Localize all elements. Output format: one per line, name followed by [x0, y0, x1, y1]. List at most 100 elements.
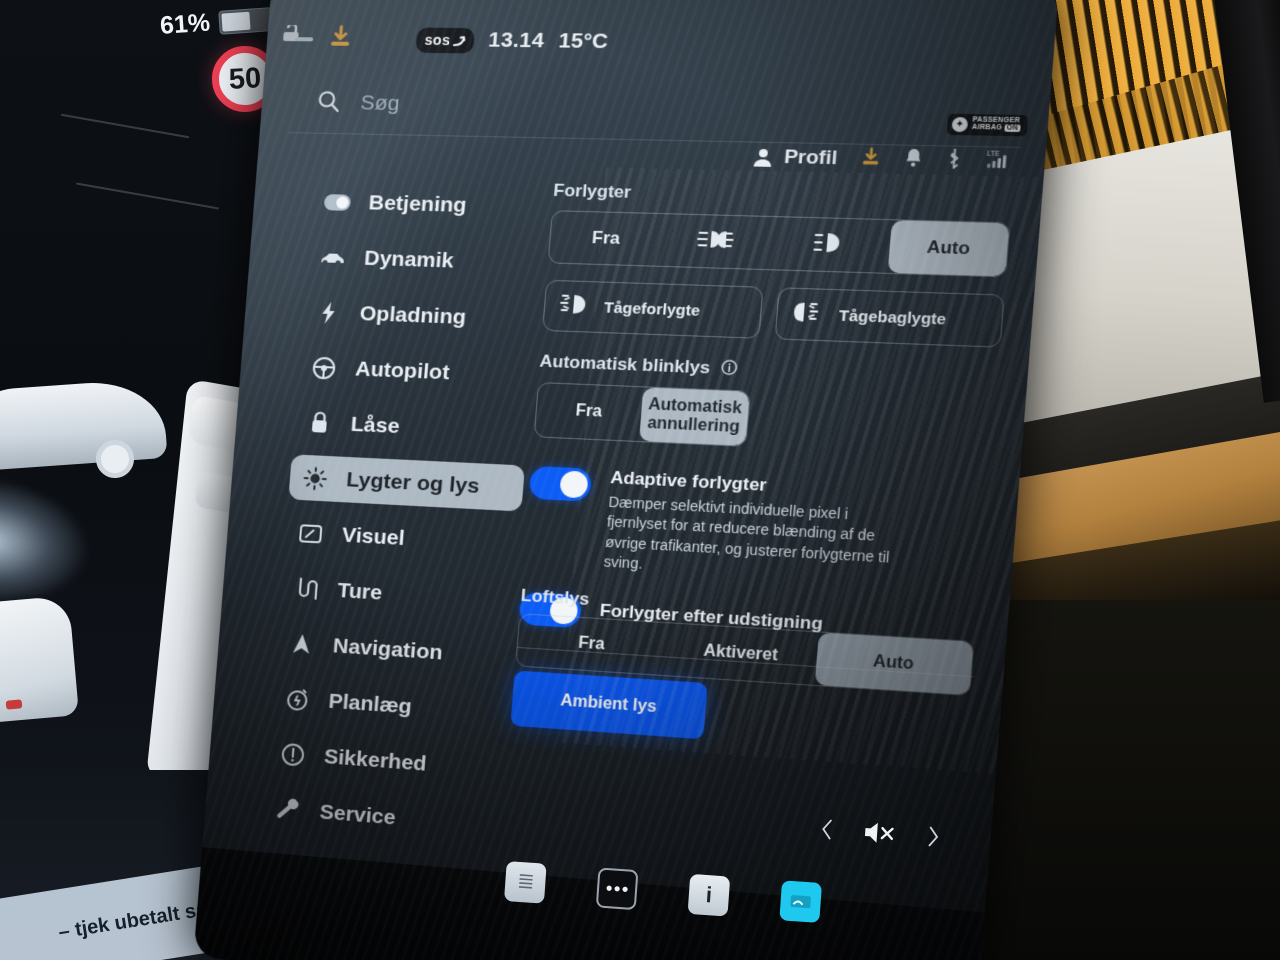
front-fog-light-button[interactable]: Tågeforlygte [542, 280, 763, 339]
sidebar-item-service[interactable]: Service [262, 785, 498, 849]
dome-light-option-on[interactable]: Aktiveret [663, 623, 818, 685]
profile-button[interactable]: Profil [752, 145, 838, 170]
volume-mute-icon[interactable] [861, 819, 899, 852]
outside-temperature-label[interactable]: 15°C [558, 29, 609, 54]
fog-lights-row: Tågeforlygte Tågebaglygte [542, 280, 1005, 348]
headlights-option-auto[interactable]: Auto [888, 220, 1010, 276]
profile-label: Profil [783, 146, 838, 170]
adaptive-headlights-toggle[interactable] [529, 466, 593, 502]
bell-icon[interactable] [904, 147, 924, 173]
download-arrow-icon[interactable] [328, 24, 353, 53]
rear-fog-light-label: Tågebaglygte [838, 307, 947, 329]
sidebar-item-sikkerhed[interactable]: Sikkerhed [266, 730, 502, 793]
sidebar-label: Planlæg [328, 689, 413, 719]
headlights-option-auto-label: Auto [926, 237, 971, 259]
download-icon[interactable] [860, 146, 881, 172]
rear-fog-light-icon [792, 300, 823, 328]
passenger-airbag-indicator: ✦ PASSENGER AIRBAG ON [947, 114, 1029, 137]
dome-light-auto-label: Auto [872, 653, 914, 675]
sidebar-item-betjening[interactable]: Betjening [310, 179, 547, 231]
sos-arrow-icon [452, 32, 467, 47]
car-icon [319, 248, 347, 267]
charge-port-icon[interactable] [280, 25, 316, 51]
lock-icon [306, 411, 334, 435]
sidebar-label: Dynamik [363, 246, 454, 273]
sos-label: sos [424, 31, 451, 47]
sidebar-item-ture[interactable]: Ture [279, 564, 516, 624]
sidebar-label: Lygter og lys [345, 468, 480, 499]
dome-light-on-label: Aktiveret [703, 642, 779, 665]
low-beam-icon [812, 230, 852, 259]
dome-light-option-off[interactable]: Fra [516, 614, 667, 675]
adaptive-headlights-row: Adaptive forlygter Dæmper selektivt indi… [523, 464, 989, 594]
display-icon [297, 523, 325, 545]
speed-limit-value: 50 [228, 62, 262, 97]
battery-indicator[interactable]: 61% [159, 4, 274, 41]
headlights-option-lowbeam[interactable] [773, 217, 892, 273]
parking-light-icon [694, 227, 741, 256]
screen-surface: sos 13.14 15°C Søg ✦ PASSENGER AIRBAG ON… [193, 0, 1059, 960]
sidebar-label: Sikkerhed [323, 744, 427, 776]
auto-turn-signal-option-autocancel[interactable]: Automatisk annullering [639, 387, 750, 446]
status-bar: sos 13.14 15°C [265, 10, 1056, 77]
dome-light-option-auto[interactable]: Auto [814, 632, 973, 695]
vehicle-taillight [6, 699, 23, 709]
chevron-left-icon[interactable] [819, 818, 835, 846]
sidebar-label: Navigation [332, 634, 443, 665]
sun-brightness-icon [301, 465, 329, 490]
navigation-arrow-icon [288, 631, 316, 657]
sidebar-item-visuel[interactable]: Visuel [284, 509, 521, 567]
rear-fog-light-button[interactable]: Tågebaglygte [775, 287, 1005, 347]
screenshot-root: – tjek ubetalt saldo 61% 50 sos 13.14 15… [0, 0, 1280, 960]
clock-label[interactable]: 13.14 [487, 28, 545, 53]
lights-settings-panel: Forlygter Fra Auto Tågeforlygte Tågebagl… [487, 176, 1042, 960]
sidebar-label: Betjening [368, 191, 468, 218]
airbag-state: ON [1004, 124, 1021, 132]
more-dots-icon[interactable] [596, 867, 639, 910]
headlights-mode-segmented: Fra Auto [548, 210, 1011, 277]
sidebar-item-autopilot[interactable]: Autopilot [297, 344, 534, 399]
sidebar-item-dynamik[interactable]: Dynamik [306, 234, 543, 287]
list-icon[interactable] [504, 861, 547, 904]
headlights-option-parking[interactable] [660, 214, 777, 269]
headlights-option-off[interactable]: Fra [549, 211, 664, 266]
lightning-bolt-icon [314, 300, 342, 325]
lte-signal-icon[interactable]: LTE [985, 148, 1016, 175]
sos-button[interactable]: sos [415, 27, 475, 53]
car-cabin-dark [960, 600, 1280, 960]
sidebar-label: Autopilot [354, 357, 450, 385]
sidebar-label: Opladning [359, 301, 467, 329]
trip-route-icon [292, 576, 320, 602]
battery-percent-label: 61% [159, 8, 211, 40]
chevron-right-icon[interactable] [925, 825, 941, 853]
toggle-switch-icon [324, 194, 352, 211]
battery-icon [218, 7, 274, 35]
info-icon[interactable] [721, 359, 739, 380]
airbag-line2: AIRBAG [972, 124, 1003, 132]
sidebar-item-laase[interactable]: Låse [293, 399, 530, 455]
instrument-cluster: 61% 50 [0, 0, 300, 130]
bluetooth-icon[interactable] [946, 148, 963, 175]
alert-circle-icon [279, 741, 307, 767]
ambient-light-button[interactable]: Ambient lys [510, 671, 707, 740]
sidebar-item-opladning[interactable]: Opladning [302, 289, 539, 343]
sidebar-item-planlaeg[interactable]: Planlæg [271, 675, 507, 737]
auto-turn-signal-option-off[interactable]: Fra [535, 383, 644, 441]
auto-turn-signal-off-label: Fra [575, 402, 603, 422]
search-input[interactable]: Søg [360, 91, 401, 116]
sidebar-item-navigation[interactable]: Navigation [275, 620, 511, 681]
center-touchscreen: sos 13.14 15°C Søg ✦ PASSENGER AIRBAG ON… [193, 0, 1059, 960]
profile-row: Profil LTE [752, 144, 1017, 176]
airbag-symbol-icon: ✦ [951, 117, 968, 132]
sidebar-label: Visuel [341, 523, 405, 551]
auto-turn-signal-segmented: Fra Automatisk annullering [534, 382, 751, 447]
dome-light-off-label: Fra [578, 634, 606, 654]
adaptive-headlights-description: Dæmper selektivt individuelle pixel i fj… [603, 492, 900, 588]
info-icon[interactable]: i [688, 874, 731, 917]
svg-text:LTE: LTE [987, 151, 1000, 159]
front-fog-light-icon [559, 293, 588, 321]
media-player-icon[interactable] [779, 880, 822, 923]
sidebar-item-lygter-og-lys[interactable]: Lygter og lys [288, 454, 525, 511]
auto-turn-signal-autocancel-label: Automatisk annullering [644, 396, 745, 437]
headlights-section-title: Forlygter [553, 181, 1014, 213]
